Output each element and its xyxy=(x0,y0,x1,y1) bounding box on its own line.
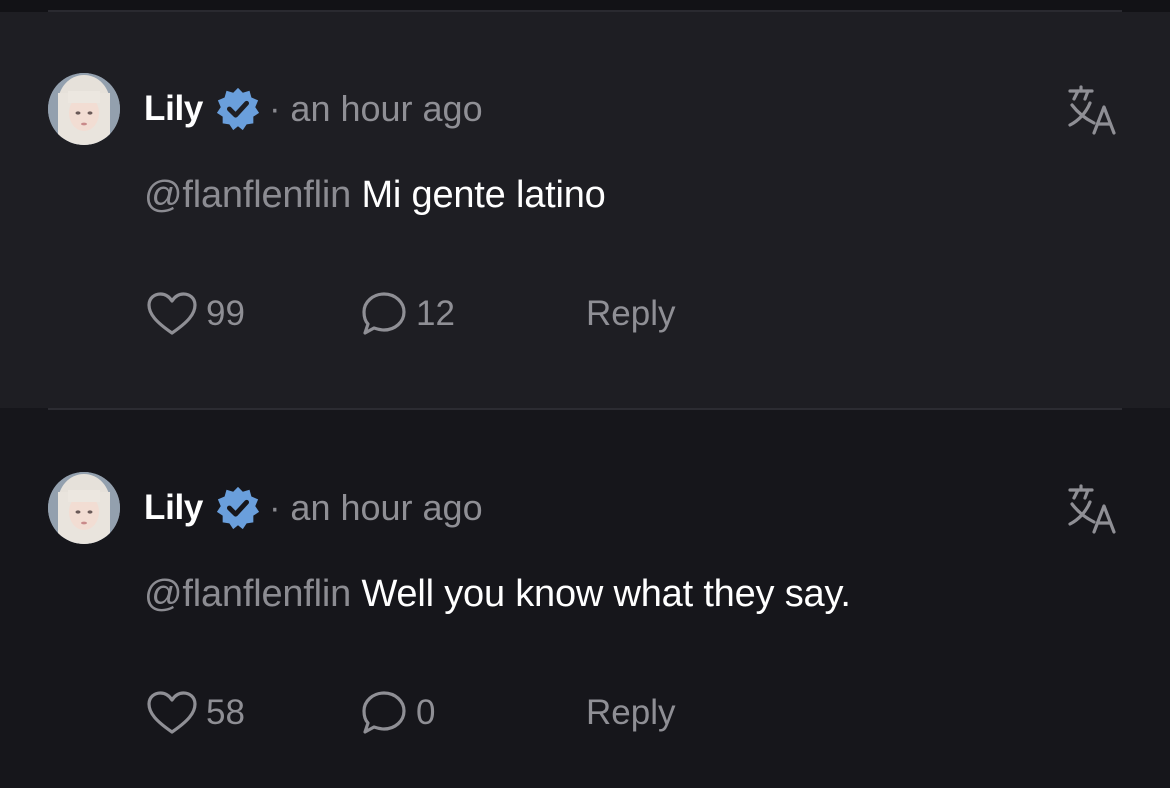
reply-label: Reply xyxy=(586,294,676,333)
author-name[interactable]: Lily xyxy=(144,89,203,129)
comment-actions: 58 0 Reply xyxy=(146,688,746,738)
reply-count: 0 xyxy=(416,693,436,732)
like-count: 99 xyxy=(206,294,245,333)
verified-badge-icon xyxy=(217,486,260,530)
comment-header: Lily · an hour ago xyxy=(144,87,483,131)
comment-card[interactable]: Lily · an hour ago @flanflenflin Well yo… xyxy=(0,410,1170,788)
meta-separator: · xyxy=(269,488,281,527)
mention-link[interactable]: @flanflenflin xyxy=(144,573,351,615)
previous-item-edge xyxy=(0,0,1170,12)
like-button[interactable]: 58 xyxy=(146,688,245,738)
reply-label: Reply xyxy=(586,693,676,732)
comment-card[interactable]: Lily · an hour ago @flanflenflin Mi gent… xyxy=(0,12,1170,408)
replies-button[interactable]: 12 xyxy=(360,289,455,339)
heart-icon xyxy=(147,691,197,734)
translate-icon[interactable] xyxy=(1066,484,1118,534)
replies-button[interactable]: 0 xyxy=(360,688,435,738)
comment-timestamp: an hour ago xyxy=(290,487,483,528)
comment-text: Well you know what they say. xyxy=(361,573,851,615)
reply-button[interactable]: Reply xyxy=(586,688,675,738)
speech-bubble-icon xyxy=(362,691,406,734)
comment-text: Mi gente latino xyxy=(361,174,606,216)
like-button[interactable]: 99 xyxy=(146,289,245,339)
speech-bubble-icon xyxy=(362,292,406,335)
heart-icon xyxy=(147,292,197,335)
like-count: 58 xyxy=(206,693,245,732)
translate-icon[interactable] xyxy=(1066,85,1118,135)
reply-count: 12 xyxy=(416,294,455,333)
avatar[interactable] xyxy=(48,472,120,544)
mention-link[interactable]: @flanflenflin xyxy=(144,174,351,216)
reply-button[interactable]: Reply xyxy=(586,289,675,339)
comment-header: Lily · an hour ago xyxy=(144,486,483,530)
verified-badge-icon xyxy=(217,87,260,131)
author-name[interactable]: Lily xyxy=(144,488,203,528)
comment-body: @flanflenflin Well you know what they sa… xyxy=(144,573,851,616)
avatar[interactable] xyxy=(48,73,120,145)
comment-body: @flanflenflin Mi gente latino xyxy=(144,174,606,217)
comment-actions: 99 12 Reply xyxy=(146,289,746,339)
meta-separator: · xyxy=(269,89,281,128)
comment-timestamp: an hour ago xyxy=(290,88,483,129)
